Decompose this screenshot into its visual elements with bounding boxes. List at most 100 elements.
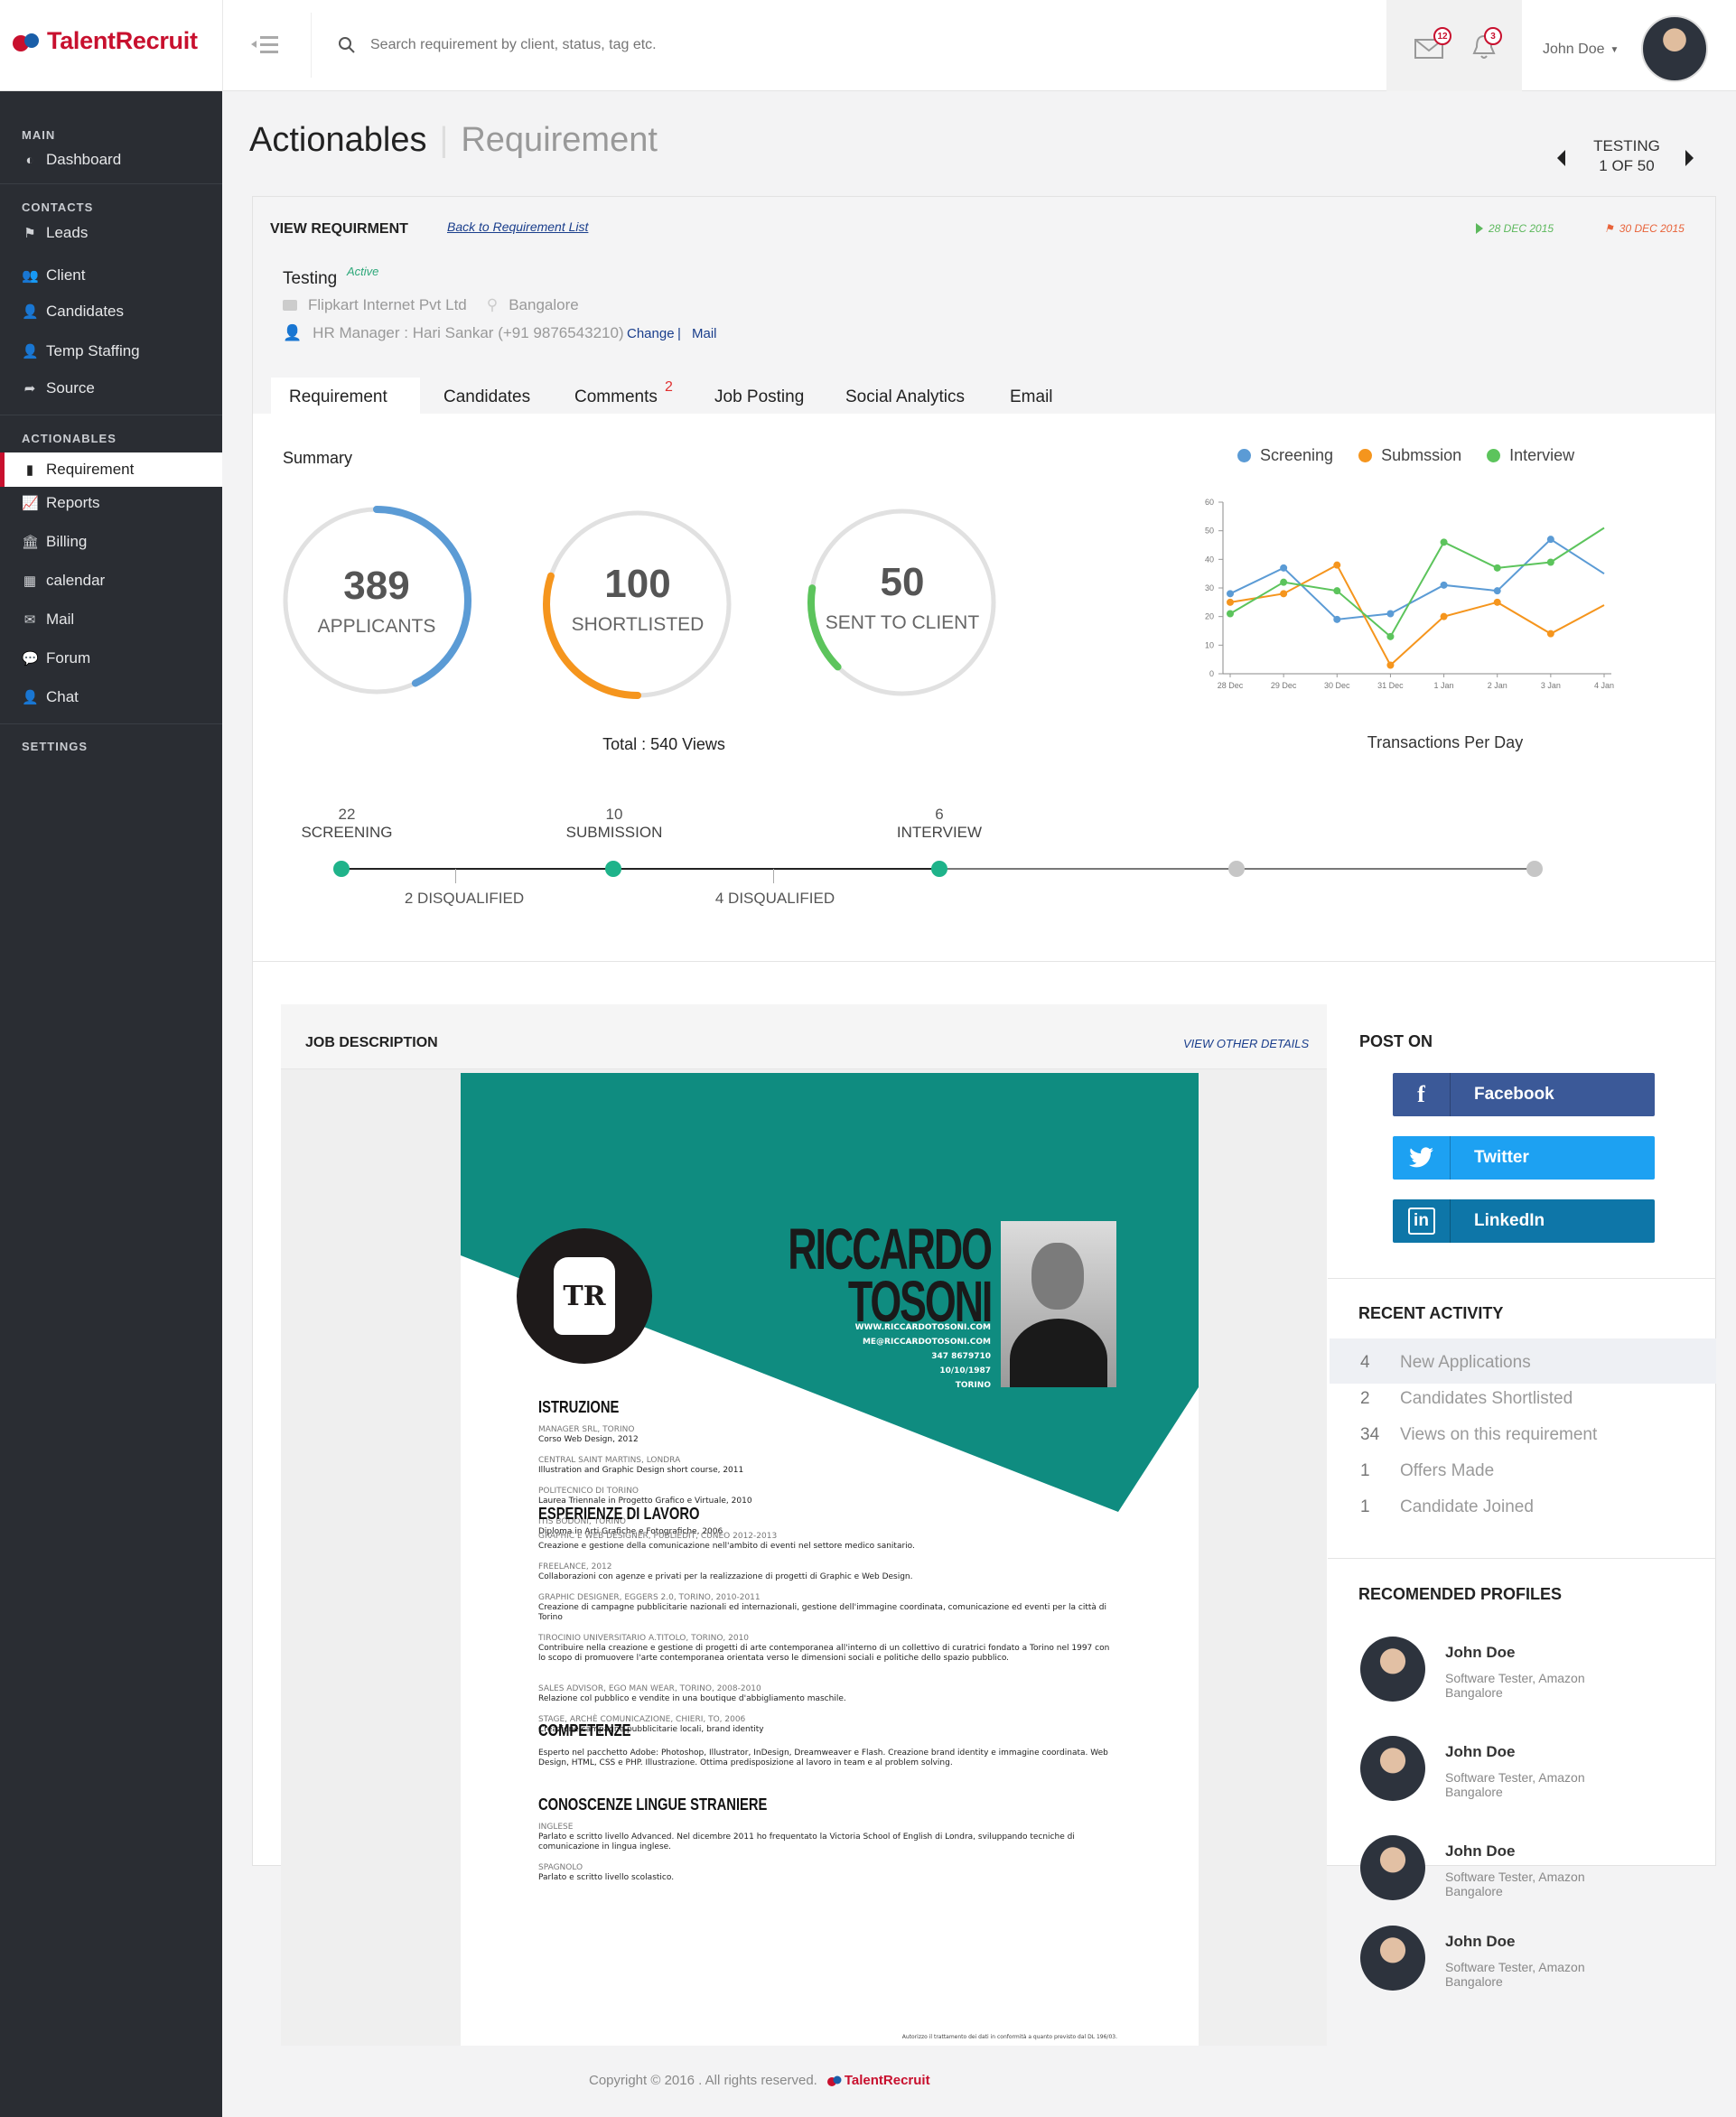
resume-photo xyxy=(1001,1221,1116,1387)
resume-entry: INGLESE Parlato e scritto livello Advance… xyxy=(538,1823,1075,1851)
resume-section-title: ISTRUZIONE xyxy=(538,1398,620,1416)
pipeline-track xyxy=(341,868,632,870)
series-point-interview xyxy=(1440,538,1448,546)
top-bar: TalentRecruit 12 3 John Doe ▼ xyxy=(0,0,1736,91)
activity-row[interactable]: 34 Views on this requirement xyxy=(1330,1418,1716,1452)
resume-section-title: CONOSCENZE LINGUE STRANIERE xyxy=(538,1795,768,1814)
disqualified-2: 4 DISQUALIFIED xyxy=(714,890,835,907)
sidebar-item-dashboard[interactable]: ◐ Dashboard xyxy=(22,151,121,169)
ring-shortlisted-value: 100 xyxy=(604,562,671,606)
job-description-heading: JOB DESCRIPTION xyxy=(305,1035,438,1050)
y-tick-label: 20 xyxy=(1205,612,1214,621)
sidebar-item-mail[interactable]: ✉ Mail xyxy=(22,611,74,629)
series-point-submssion xyxy=(1333,561,1341,569)
stage-dot-submission[interactable] xyxy=(605,861,621,877)
sidebar-item-billing[interactable]: 🏛 Billing xyxy=(22,533,87,551)
resume-document: TR RICCARDO TOSONI WWW.RICCARDOTOSONI.CO… xyxy=(461,1073,1199,2046)
resume-section-title: COMPETENZE xyxy=(538,1721,631,1739)
view-other-details-link[interactable]: VIEW OTHER DETAILS xyxy=(1183,1037,1309,1050)
footer-logo-icon xyxy=(826,2075,842,2086)
activity-row[interactable]: 4 New Applications xyxy=(1330,1346,1716,1380)
user-name: John Doe xyxy=(1543,42,1605,57)
brand-name: TalentRecruit xyxy=(47,27,198,54)
x-tick-label: 29 Dec xyxy=(1271,681,1297,690)
sidebar-item-calendar[interactable]: ▦ calendar xyxy=(22,572,105,590)
resume-entry: Esperto nel pacchetto Adobe: Photoshop, … xyxy=(538,1749,1108,1767)
activity-row[interactable]: 1 Offers Made xyxy=(1330,1454,1716,1488)
sidebar-item-candidates[interactable]: 👤 Candidates xyxy=(22,303,124,321)
brand-logo[interactable]: TalentRecruit xyxy=(11,27,198,55)
sidebar: MAIN ◐ Dashboard CONTACTS ⚑ Leads 👥 Client … xyxy=(0,91,222,2117)
ring-sent-to-client: 50 SENT TO CLIENT xyxy=(806,506,999,699)
avatar xyxy=(1360,1835,1425,1900)
tab-email[interactable]: Email xyxy=(1010,387,1053,407)
sidebar-item-forum[interactable]: 💬 Forum xyxy=(22,649,90,667)
search-input[interactable] xyxy=(370,29,912,61)
series-point-screening xyxy=(1280,564,1288,572)
tab-job-posting[interactable]: Job Posting xyxy=(714,387,804,407)
sidebar-item-requirement[interactable]: ▮ Requirement xyxy=(22,461,134,479)
status-badge: Active xyxy=(347,265,379,278)
sidebar-item-chat[interactable]: 👤 Chat xyxy=(22,688,79,706)
profile-card[interactable]: John Doe Software Tester, Amazon Bangalore xyxy=(1360,1637,1703,1709)
series-point-submssion xyxy=(1546,630,1554,638)
change-link[interactable]: Change xyxy=(627,326,675,341)
linkedin-icon: in xyxy=(1393,1199,1451,1243)
series-point-submssion xyxy=(1280,590,1288,598)
profile-card[interactable]: John Doe Software Tester, Amazon Bangalore xyxy=(1360,1835,1703,1907)
footer: Copyright © 2016 . All rights reserved. … xyxy=(589,2073,930,2088)
resume-contact-line: TORINO xyxy=(955,1381,991,1390)
sidebar-item-client[interactable]: 👥 Client xyxy=(22,266,85,284)
bell-notification[interactable]: 3 xyxy=(1470,27,1503,61)
sidebar-item-leads[interactable]: ⚑ Leads xyxy=(22,224,88,242)
stage-dot-screening[interactable] xyxy=(333,861,350,877)
total-views: Total : 540 Views xyxy=(602,735,725,753)
pipeline-tick xyxy=(773,869,774,883)
avatar xyxy=(1360,1637,1425,1702)
tab-social-analytics[interactable]: Social Analytics xyxy=(845,387,965,407)
series-point-screening xyxy=(1440,581,1448,589)
series-point-screening xyxy=(1493,587,1501,595)
company-row: Flipkart Internet Pvt Ltd ⚲ Bangalore xyxy=(283,296,579,314)
profile-card[interactable]: John Doe Software Tester, Amazon Bangalore xyxy=(1360,1736,1703,1808)
ring-sent-value: 50 xyxy=(880,560,925,604)
twitter-button[interactable]: Twitter xyxy=(1393,1136,1655,1180)
linkedin-button[interactable]: in LinkedIn xyxy=(1393,1199,1655,1243)
sidebar-item-temp-staffing[interactable]: 👤 Temp Staffing xyxy=(22,342,140,360)
facebook-button[interactable]: f Facebook xyxy=(1393,1073,1655,1116)
stage-interview-label: INTERVIEW xyxy=(896,824,983,841)
share-icon: ➦ xyxy=(23,381,36,396)
mail-notification[interactable]: 12 xyxy=(1414,27,1451,61)
activity-row[interactable]: 2 Candidates Shortlisted xyxy=(1330,1382,1716,1416)
user-avatar[interactable] xyxy=(1641,15,1708,82)
pager-prev-icon[interactable] xyxy=(1557,150,1565,166)
x-tick-label: 1 Jan xyxy=(1434,681,1454,690)
tab-requirement[interactable]: Requirement xyxy=(289,387,387,407)
tab-comments[interactable]: Comments xyxy=(574,387,658,407)
stage-dot-interview[interactable] xyxy=(931,861,947,877)
profile-card[interactable]: John Doe Software Tester, Amazon Bangalore xyxy=(1360,1926,1703,1998)
person-icon: 👤 xyxy=(283,324,303,341)
activity-row[interactable]: 1 Candidate Joined xyxy=(1330,1490,1716,1525)
back-to-list-link[interactable]: Back to Requirement List xyxy=(447,219,588,234)
tab-candidates[interactable]: Candidates xyxy=(443,387,530,407)
user-menu[interactable]: John Doe ▼ xyxy=(1543,42,1619,58)
x-tick-label: 3 Jan xyxy=(1541,681,1561,690)
sidebar-section-contacts: CONTACTS xyxy=(22,201,94,214)
series-point-interview xyxy=(1280,578,1288,586)
avatar xyxy=(1360,1736,1425,1801)
page-subtitle: Requirement xyxy=(461,121,658,159)
pager-next-icon[interactable] xyxy=(1685,150,1694,166)
mail-link[interactable]: Mail xyxy=(692,326,717,341)
sidebar-item-source[interactable]: ➦ Source xyxy=(22,379,95,397)
series-point-interview xyxy=(1227,610,1234,618)
ring-applicants-label: APPLICANTS xyxy=(317,616,436,637)
ring-applicants-value: 389 xyxy=(343,564,410,608)
stage-dot-pending[interactable] xyxy=(1526,861,1543,877)
stage-dot-pending[interactable] xyxy=(1228,861,1245,877)
sidebar-item-reports[interactable]: 📈 Reports xyxy=(22,494,100,512)
play-icon xyxy=(1476,223,1483,234)
resume-section-title: ESPERIENZE DI LAVORO xyxy=(538,1505,700,1523)
menu-toggle-icon[interactable] xyxy=(249,33,280,56)
users-icon: 👥 xyxy=(22,268,39,284)
